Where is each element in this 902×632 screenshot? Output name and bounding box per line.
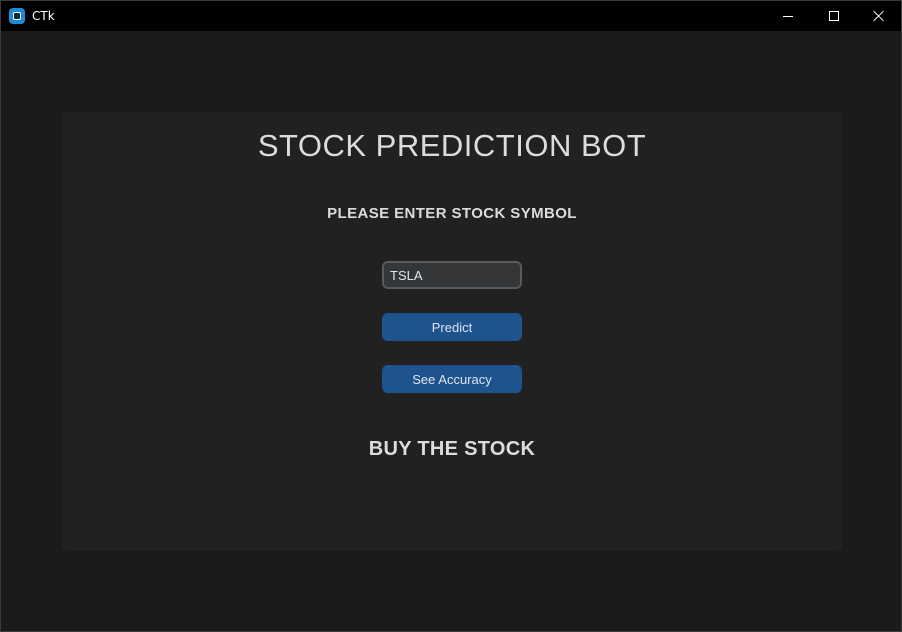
stock-symbol-input[interactable] xyxy=(382,261,522,289)
close-icon xyxy=(873,10,885,22)
close-button[interactable] xyxy=(856,1,902,31)
see-accuracy-button[interactable]: See Accuracy xyxy=(382,365,522,393)
maximize-icon xyxy=(829,11,839,21)
page-title: STOCK PREDICTION BOT xyxy=(257,128,647,163)
prediction-result-label: BUY THE STOCK xyxy=(368,438,536,460)
app-icon xyxy=(9,8,25,24)
app-window: CTk STOCK PREDICTION BOT PLEASE ENTER ST… xyxy=(0,0,902,632)
title-bar[interactable]: CTk xyxy=(1,1,901,31)
maximize-button[interactable] xyxy=(811,1,857,31)
predict-button[interactable]: Predict xyxy=(382,313,522,341)
symbol-prompt-label: PLEASE ENTER STOCK SYMBOL xyxy=(327,205,577,222)
window-title: CTk xyxy=(32,9,55,23)
main-panel: STOCK PREDICTION BOT PLEASE ENTER STOCK … xyxy=(62,112,842,551)
minimize-button[interactable] xyxy=(765,1,811,31)
minimize-icon xyxy=(783,15,793,17)
